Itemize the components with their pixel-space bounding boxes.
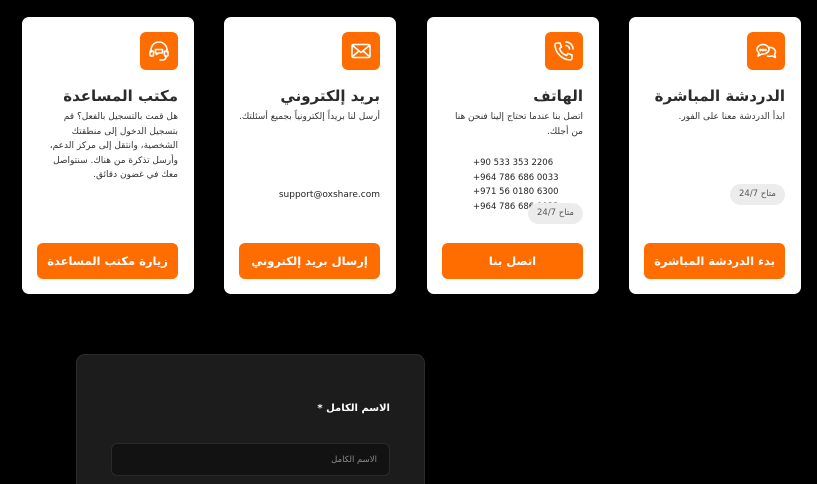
card-description: هل قمت بالتسجيل بالفعل؟ قم بتسجيل الدخول…: [49, 112, 178, 180]
chat-bubbles-icon: [747, 32, 785, 70]
support-email-link[interactable]: support@oxshare.com: [279, 190, 380, 200]
phone-number[interactable]: +964 786 686 0033: [473, 171, 583, 186]
visit-help-desk-button[interactable]: زيارة مكتب المساعدة: [37, 243, 178, 279]
start-live-chat-button[interactable]: بدء الدردشة المباشرة: [644, 243, 785, 279]
live-chat-card: الدردشة المباشرة ابدأ الدردشة معنا على ا…: [629, 17, 801, 294]
availability-badge: متاح 24/7: [730, 184, 785, 205]
phone-number[interactable]: +971 56 0180 6300: [473, 185, 583, 200]
availability-badge: متاح 24/7: [528, 203, 583, 224]
send-email-button[interactable]: إرسال بريد إلكتروني: [239, 243, 380, 279]
help-desk-card: مكتب المساعدة هل قمت بالتسجيل بالفعل؟ قم…: [22, 17, 194, 294]
card-title: الدردشة المباشرة: [654, 87, 785, 105]
phone-card: الهاتف اتصل بنا عندما تحتاج إلينا فنحن ه…: [427, 17, 599, 294]
full-name-input[interactable]: [111, 443, 390, 476]
full-name-label: الاسم الكامل *: [317, 403, 390, 414]
call-us-button[interactable]: اتصل بنا: [442, 243, 583, 279]
card-description: أرسل لنا بريداً إلكترونياً بجميع أسئلتك.: [238, 112, 380, 122]
card-title: بريد إلكتروني: [280, 87, 380, 105]
card-description: ابدأ الدردشة معنا على الفور.: [678, 112, 785, 122]
card-description: اتصل بنا عندما تحتاج إلينا فنحن هنا من أ…: [454, 112, 583, 137]
envelope-icon: [342, 32, 380, 70]
card-title: مكتب المساعدة: [63, 87, 178, 105]
phone-number[interactable]: +90 533 353 2206: [473, 156, 583, 171]
phone-icon: [545, 32, 583, 70]
email-card: بريد إلكتروني أرسل لنا بريداً إلكترونياً…: [224, 17, 396, 294]
contact-form: الاسم الكامل *: [76, 354, 425, 484]
card-title: الهاتف: [533, 87, 583, 105]
headset-icon: [140, 32, 178, 70]
